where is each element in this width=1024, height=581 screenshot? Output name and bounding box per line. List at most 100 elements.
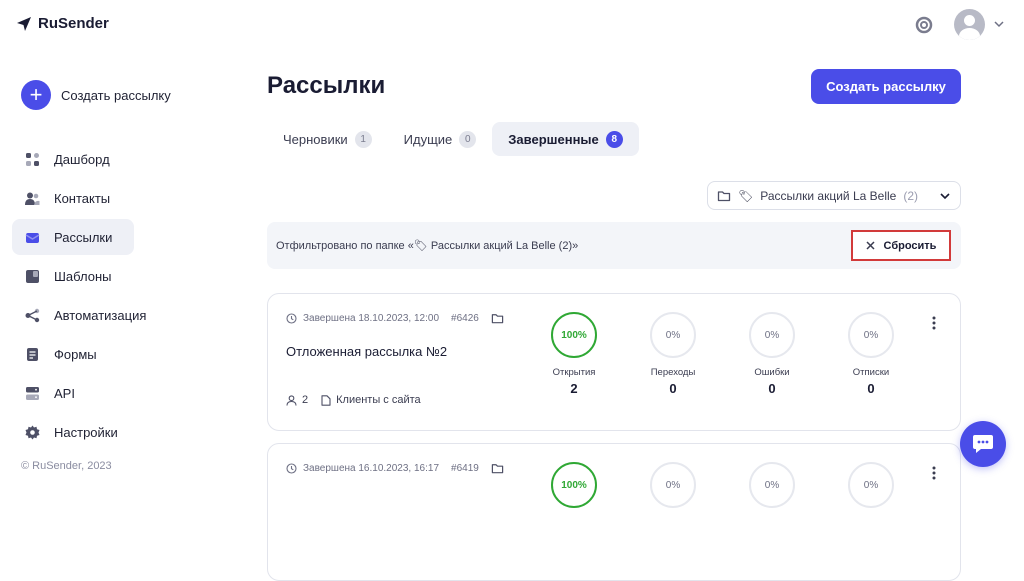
- stat-errors: 0% Ошибки 0: [737, 312, 807, 396]
- campaign-card[interactable]: Завершена 16.10.2023, 16:17 #6419 100% 0…: [267, 443, 961, 581]
- sidebar-item-label: Формы: [54, 346, 97, 362]
- filter-text: Отфильтровано по папке «🏷 Рассылки акций…: [276, 240, 579, 252]
- copyright: © RuSender, 2023: [21, 460, 112, 472]
- stat-unsubscribes: 0% Отписки 0: [836, 312, 906, 396]
- clock-icon: [286, 313, 297, 324]
- stat-label: Отписки: [852, 367, 890, 378]
- sidebar-item-label: Контакты: [54, 190, 111, 206]
- sidebar-item-automation[interactable]: Автоматизация: [12, 297, 146, 333]
- campaign-number: #6419: [451, 463, 479, 474]
- sidebar-create-button[interactable]: + Создать рассылку: [21, 80, 171, 110]
- campaign-status: Завершена 16.10.2023, 16:17: [303, 463, 440, 474]
- sidebar-create-label: Создать рассылку: [61, 87, 171, 103]
- reset-filter-button[interactable]: Сбросить: [851, 230, 951, 261]
- chat-icon: [973, 435, 993, 453]
- sidebar-item-label: Дашборд: [54, 151, 110, 167]
- stat-value: 0: [669, 381, 677, 396]
- progress-ring: 0%: [650, 462, 696, 508]
- sidebar-item-settings[interactable]: Настройки: [12, 414, 134, 450]
- sidebar-nav: Дашборд Контакты Рассылки Шаблоны Автома…: [12, 141, 146, 453]
- stat-label: Открытия: [552, 367, 596, 378]
- campaign-meta: Завершена 18.10.2023, 12:00 #6426: [286, 312, 504, 325]
- progress-ring: 0%: [749, 462, 795, 508]
- recipients-count: 2: [302, 394, 309, 406]
- folder-select[interactable]: 🏷 Рассылки акций La Belle (2): [707, 181, 961, 210]
- count-badge: 0: [459, 130, 477, 148]
- campaign-meta: Завершена 16.10.2023, 16:17 #6419: [286, 462, 504, 475]
- templates-icon: [25, 269, 40, 284]
- top-header: RuSender: [0, 0, 1024, 52]
- chevron-down-icon[interactable]: [993, 18, 1005, 30]
- stat-value: 0: [867, 381, 875, 396]
- contact-list-name[interactable]: Клиенты с сайта: [336, 394, 421, 406]
- stat-errors: 0%: [737, 462, 807, 508]
- more-options-icon[interactable]: [932, 316, 936, 330]
- campaign-audience: 2 Клиенты с сайта: [286, 394, 421, 406]
- sidebar-item-dashboard[interactable]: Дашборд: [12, 141, 134, 177]
- gear-icon: [25, 425, 40, 440]
- campaign-name[interactable]: Отложенная рассылка №2: [286, 344, 447, 359]
- sidebar-item-forms[interactable]: Формы: [12, 336, 134, 372]
- folder-icon[interactable]: [491, 462, 504, 475]
- sidebar-item-templates[interactable]: Шаблоны: [12, 258, 134, 294]
- stat-value: 2: [570, 381, 578, 396]
- help-icon[interactable]: [915, 16, 933, 34]
- sidebar-item-label: Рассылки: [54, 229, 113, 245]
- folder-select-label: Рассылки акций La Belle: [760, 188, 897, 203]
- stat-unsubscribes: 0%: [836, 462, 906, 508]
- chevron-down-icon: [940, 192, 950, 199]
- campaign-card[interactable]: Завершена 18.10.2023, 12:00 #6426 Отложе…: [267, 293, 961, 431]
- stat-clicks: 0%: [638, 462, 708, 508]
- stat-value: 0: [768, 381, 776, 396]
- sidebar-item-label: API: [54, 385, 75, 401]
- sidebar-item-api[interactable]: API: [12, 375, 134, 411]
- document-icon: [321, 394, 331, 406]
- progress-ring: 100%: [551, 312, 597, 358]
- stat-opens: 100% Открытия 2: [539, 312, 609, 396]
- more-options-icon[interactable]: [932, 466, 936, 480]
- campaign-number: #6426: [451, 313, 479, 324]
- sidebar-item-mailings[interactable]: Рассылки: [12, 219, 134, 255]
- sidebar-item-contacts[interactable]: Контакты: [12, 180, 134, 216]
- count-badge: 1: [354, 130, 372, 148]
- progress-ring: 100%: [551, 462, 597, 508]
- tab-label: Черновики: [283, 131, 348, 147]
- plus-icon: +: [21, 80, 51, 110]
- folder-select-count: (2): [903, 188, 919, 203]
- sidebar-item-label: Настройки: [54, 424, 118, 440]
- tag-icon: 🏷: [738, 188, 754, 203]
- user-icon: [286, 394, 297, 406]
- tab-label: Завершенные: [508, 131, 599, 147]
- forms-icon: [25, 347, 40, 362]
- dashboard-icon: [25, 152, 40, 167]
- progress-ring: 0%: [650, 312, 696, 358]
- tab-drafts[interactable]: Черновики 1: [267, 122, 388, 156]
- send-icon: [17, 16, 31, 31]
- folder-icon: [717, 190, 731, 201]
- automation-icon: [25, 308, 40, 323]
- logo[interactable]: RuSender: [16, 15, 109, 32]
- folder-icon[interactable]: [491, 312, 504, 325]
- stat-clicks: 0% Переходы 0: [638, 312, 708, 396]
- avatar[interactable]: [954, 9, 985, 40]
- create-mailing-button[interactable]: Создать рассылку: [811, 69, 961, 104]
- contacts-icon: [25, 191, 40, 206]
- progress-ring: 0%: [848, 312, 894, 358]
- progress-ring: 0%: [848, 462, 894, 508]
- stat-label: Переходы: [650, 367, 696, 378]
- api-icon: [25, 386, 40, 401]
- sidebar-item-label: Автоматизация: [54, 307, 147, 323]
- logo-text: RuSender: [38, 15, 109, 32]
- chat-widget-button[interactable]: [960, 421, 1006, 467]
- page-title: Рассылки: [267, 72, 386, 99]
- clock-icon: [286, 463, 297, 474]
- close-icon: [866, 241, 875, 250]
- progress-ring: 0%: [749, 312, 795, 358]
- tab-completed[interactable]: Завершенные 8: [492, 122, 639, 156]
- tabs: Черновики 1 Идущие 0 Завершенные 8: [267, 122, 639, 156]
- stat-label: Ошибки: [754, 367, 790, 378]
- stat-opens: 100%: [539, 462, 609, 508]
- campaign-status: Завершена 18.10.2023, 12:00: [303, 313, 440, 324]
- tab-label: Идущие: [403, 131, 453, 147]
- tab-running[interactable]: Идущие 0: [388, 122, 493, 156]
